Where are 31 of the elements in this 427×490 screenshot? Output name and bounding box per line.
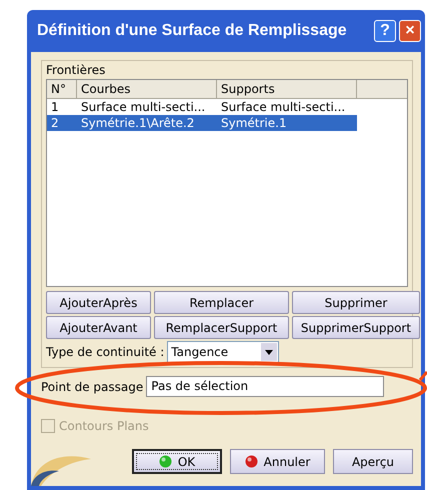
preview-button[interactable]: Aperçu: [333, 449, 413, 474]
column-header[interactable]: [357, 80, 407, 99]
close-button[interactable]: ×: [399, 20, 421, 42]
action-button[interactable]: RemplacerSupport: [154, 316, 289, 339]
group-label: Frontières: [46, 63, 106, 77]
continuity-label: Type de continuité :: [46, 345, 164, 359]
passage-label: Point de passage: [41, 380, 144, 394]
list-cell[interactable]: Symétrie.1\Arête.2: [77, 115, 217, 131]
action-button[interactable]: Supprimer: [292, 291, 420, 314]
help-button[interactable]: ?: [374, 20, 396, 42]
list-box[interactable]: N° Courbes Supports 1 Surface multi-secti... Surface multi-secti... 2 Symétrie.1\Arête.2 Symétrie.1: [46, 79, 408, 287]
list-cell[interactable]: 1: [47, 99, 77, 115]
column-header[interactable]: Supports: [217, 80, 357, 99]
action-button[interactable]: SupprimerSupport: [292, 316, 420, 339]
action-button[interactable]: AjouterAvant: [46, 316, 151, 339]
list-cell[interactable]: 2: [47, 115, 77, 131]
ball-icon: [244, 455, 258, 468]
action-button[interactable]: AjouterAprès: [46, 291, 151, 314]
cancel-button[interactable]: Annuler: [230, 449, 325, 474]
window-title: Définition d'une Surface de Remplissage: [36, 22, 348, 40]
action-button[interactable]: Remplacer: [154, 291, 289, 314]
passage-field[interactable]: Pas de sélection: [146, 376, 384, 397]
ok-button[interactable]: OK: [132, 449, 222, 474]
list-cell[interactable]: Symétrie.1: [217, 115, 357, 131]
list-cell[interactable]: Surface multi-secti...: [217, 99, 357, 115]
ball-icon: [158, 455, 172, 468]
checkbox-label: Contours Plans: [59, 419, 149, 433]
list-cell[interactable]: Surface multi-secti...: [77, 99, 217, 115]
continuity-dropdown[interactable]: Tangence: [167, 341, 280, 363]
column-header[interactable]: N°: [47, 80, 77, 99]
column-header[interactable]: Courbes: [77, 80, 217, 99]
